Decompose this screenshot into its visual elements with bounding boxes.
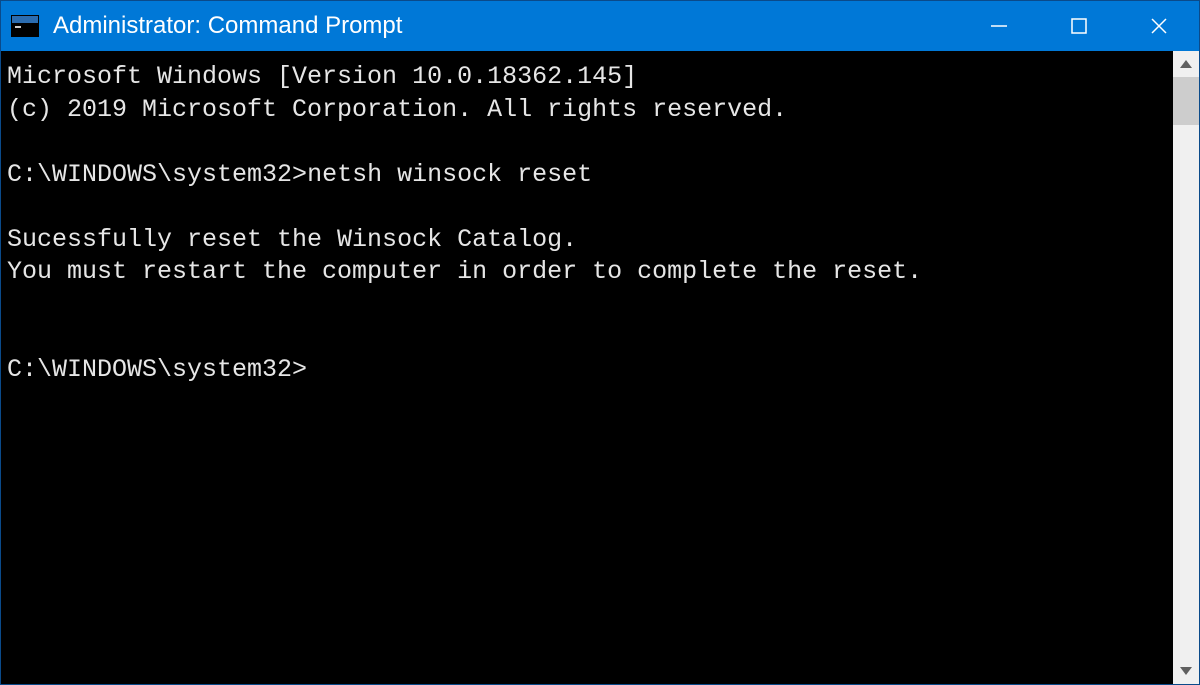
prompt-path-2: C:\WINDOWS\system32>	[7, 355, 307, 384]
content-area: Microsoft Windows [Version 10.0.18362.14…	[1, 51, 1199, 684]
maximize-icon	[1070, 17, 1088, 35]
chevron-up-icon	[1180, 60, 1192, 68]
close-icon	[1149, 16, 1169, 36]
cmd-icon	[11, 15, 39, 37]
scroll-thumb[interactable]	[1173, 77, 1199, 125]
minimize-button[interactable]	[959, 1, 1039, 51]
window-controls	[959, 1, 1199, 51]
output-line-2: You must restart the computer in order t…	[7, 257, 922, 286]
copyright-line: (c) 2019 Microsoft Corporation. All righ…	[7, 95, 787, 124]
minimize-icon	[989, 16, 1009, 36]
close-button[interactable]	[1119, 1, 1199, 51]
vertical-scrollbar[interactable]	[1173, 51, 1199, 684]
scroll-track[interactable]	[1173, 77, 1199, 658]
chevron-down-icon	[1180, 667, 1192, 675]
titlebar[interactable]: Administrator: Command Prompt	[1, 1, 1199, 51]
maximize-button[interactable]	[1039, 1, 1119, 51]
version-line: Microsoft Windows [Version 10.0.18362.14…	[7, 62, 637, 91]
command-prompt-window: Administrator: Command Prompt Microsoft	[0, 0, 1200, 685]
terminal-output[interactable]: Microsoft Windows [Version 10.0.18362.14…	[1, 51, 1173, 684]
scroll-down-button[interactable]	[1173, 658, 1199, 684]
output-line-1: Sucessfully reset the Winsock Catalog.	[7, 225, 577, 254]
prompt-path-1: C:\WINDOWS\system32>	[7, 160, 307, 189]
command-text-1: netsh winsock reset	[307, 160, 592, 189]
window-title: Administrator: Command Prompt	[53, 12, 959, 40]
scroll-up-button[interactable]	[1173, 51, 1199, 77]
